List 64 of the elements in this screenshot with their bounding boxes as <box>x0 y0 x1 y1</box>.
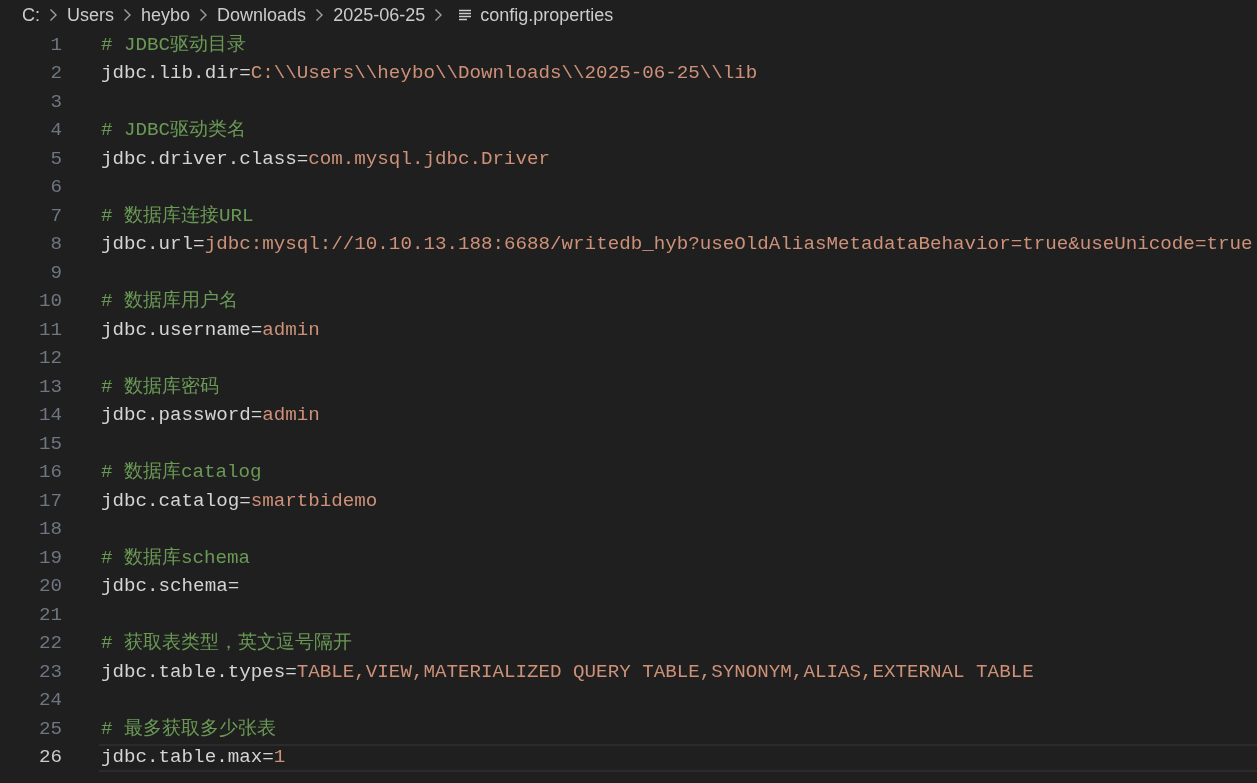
breadcrumb-item[interactable]: Users <box>67 1 114 29</box>
code-comment: # 数据库密码 <box>101 377 220 397</box>
property-key: jdbc.driver.class= <box>101 149 309 169</box>
line-number: 8 <box>49 235 62 255</box>
line-number: 7 <box>49 206 62 226</box>
line-number: 12 <box>37 349 62 369</box>
property-key: jdbc.table.types= <box>101 662 297 682</box>
line-number: 16 <box>37 463 62 483</box>
code-comment: # JDBC驱动类名 <box>101 121 247 141</box>
line-number: 26 <box>37 748 62 768</box>
property-value: com.mysql.jdbc.Driver <box>308 149 551 169</box>
property-value: C:\\Users\\heybo\\Downloads\\2025-06-25\\lib <box>250 64 758 84</box>
chevron-right-icon <box>434 8 444 22</box>
line-number: 3 <box>49 92 62 112</box>
property-value: TABLE,VIEW,MATERIALIZED QUERY TABLE,SYNONYM,ALIAS,EXTERNAL TABLE <box>296 662 1034 682</box>
chevron-right-icon <box>315 8 325 22</box>
property-value: 1 <box>273 748 286 768</box>
line-number: 19 <box>37 548 62 568</box>
line-number: 21 <box>37 605 62 625</box>
property-key: jdbc.password= <box>101 406 263 426</box>
line-number: 1 <box>49 35 62 55</box>
line-number: 11 <box>37 320 62 340</box>
breadcrumb-item[interactable]: C: <box>22 1 40 29</box>
code-comment: # JDBC驱动目录 <box>101 35 247 55</box>
line-number: 15 <box>37 434 62 454</box>
line-number: 9 <box>49 263 62 283</box>
code-comment: # 数据库用户名 <box>101 292 239 312</box>
property-value: smartbidemo <box>250 491 378 511</box>
property-key: jdbc.url= <box>101 235 205 255</box>
line-number: 24 <box>37 691 62 711</box>
line-number: 13 <box>37 377 62 397</box>
line-number: 4 <box>49 121 62 141</box>
property-value: jdbc:mysql://10.10.13.188:6688/writedb_hyb?useOldAliasMetadataBehavior=true&useUnicode=true <box>204 235 1253 255</box>
breadcrumb-item[interactable]: Downloads <box>217 1 307 29</box>
line-number: 2 <box>49 64 62 84</box>
breadcrumb-item[interactable]: heybo <box>141 1 191 29</box>
code-comment: # 最多获取多少张表 <box>101 719 277 739</box>
line-number: 23 <box>37 662 62 682</box>
line-number: 25 <box>37 719 62 739</box>
line-number: 22 <box>37 634 62 654</box>
property-value: admin <box>262 406 320 426</box>
line-number: 20 <box>37 577 62 597</box>
chevron-right-icon <box>199 8 209 22</box>
property-key: jdbc.catalog= <box>101 491 251 511</box>
breadcrumb-file[interactable]: config.properties <box>480 1 614 29</box>
line-number: 6 <box>49 178 62 198</box>
chevron-right-icon <box>123 8 132 22</box>
file-lines-icon <box>458 8 473 22</box>
property-key: jdbc.lib.dir= <box>101 64 251 84</box>
code-comment: # 数据库catalog <box>101 463 262 483</box>
chevron-right-icon <box>49 8 58 22</box>
line-number: 17 <box>37 491 62 511</box>
breadcrumb-item[interactable]: 2025-06-25 <box>333 1 426 29</box>
code-comment: # 数据库schema <box>101 548 251 568</box>
line-number: 5 <box>49 149 62 169</box>
code-comment: # 数据库连接URL <box>101 206 254 226</box>
line-number: 14 <box>37 406 62 426</box>
line-number: 18 <box>37 520 62 540</box>
property-key: jdbc.schema= <box>101 577 240 597</box>
property-key: jdbc.username= <box>101 320 263 340</box>
code-comment: # 获取表类型，英文逗号隔开 <box>101 634 353 654</box>
property-key: jdbc.table.max= <box>101 748 274 768</box>
property-value: admin <box>262 320 320 340</box>
line-number: 10 <box>37 292 62 312</box>
